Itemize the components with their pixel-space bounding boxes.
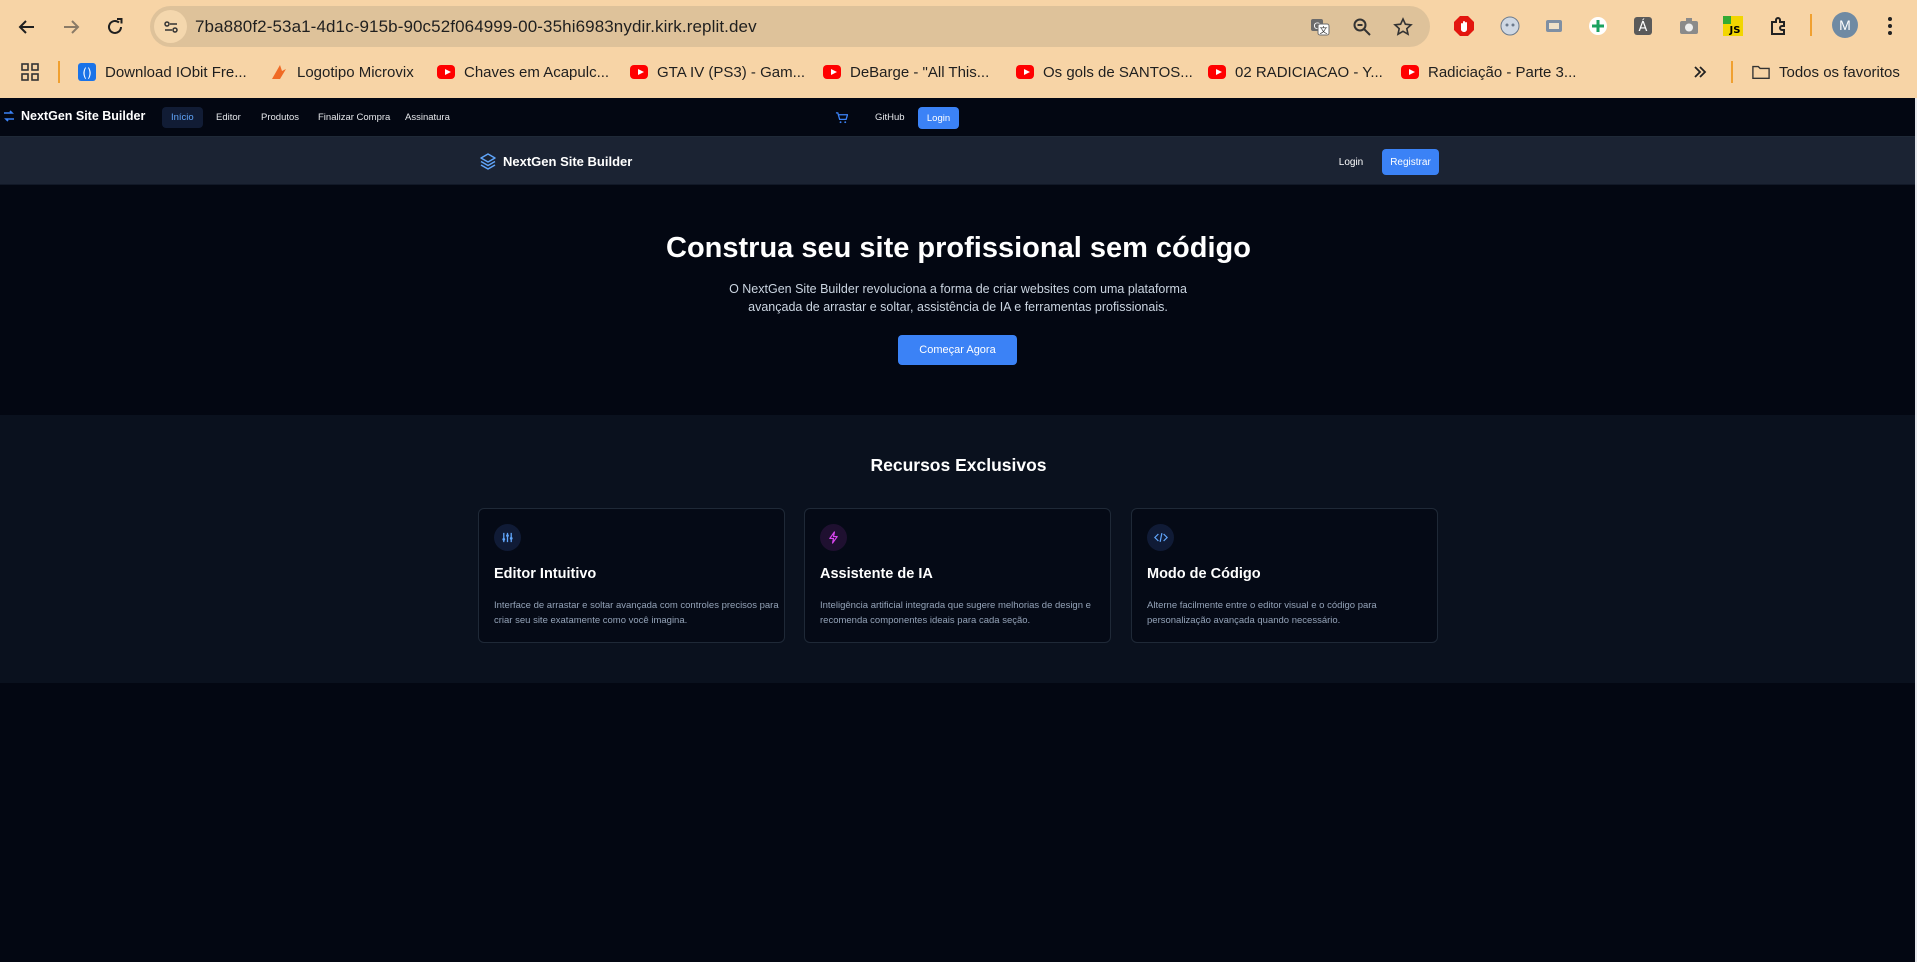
feature-title: Editor Intuitivo — [494, 566, 597, 582]
hero-section: Construa seu site profissional sem códig… — [0, 185, 1917, 415]
adblock-icon[interactable] — [1450, 12, 1478, 40]
feature-card-ai: Assistente de IA Inteligência artificial… — [804, 508, 1111, 643]
header-brand-label: NextGen Site Builder — [503, 153, 633, 169]
youtube-icon — [1401, 63, 1419, 81]
bookmark-label: DeBarge - "All This... — [850, 63, 990, 81]
zap-icon — [820, 524, 847, 551]
plus-extension-icon[interactable] — [1584, 12, 1612, 40]
bookmark-label: Download IObit Fre... — [105, 63, 247, 81]
brand-logo-icon — [4, 110, 14, 122]
all-bookmarks-label: Todos os favoritos — [1779, 63, 1900, 81]
feature-description: Interface de arrastar e soltar avançada … — [494, 600, 779, 626]
back-icon[interactable] — [10, 10, 44, 44]
features-section: Recursos Exclusivos Editor Intuitivo Int… — [0, 415, 1917, 683]
youtube-icon — [1016, 63, 1034, 81]
sliders-icon — [494, 524, 521, 551]
site-info-icon[interactable] — [154, 10, 187, 43]
svg-text:Á: Á — [1639, 19, 1648, 35]
hero-title: Construa seu site profissional sem códig… — [666, 232, 1251, 264]
more-bookmarks-icon[interactable] — [1692, 61, 1708, 83]
forward-icon[interactable] — [54, 10, 88, 44]
header-brand[interactable]: NextGen Site Builder — [479, 152, 632, 170]
browser-chrome: 7ba880f2-53a1-4d1c-915b-90c52f064999-00-… — [0, 0, 1917, 98]
profile-avatar[interactable]: M — [1832, 12, 1858, 38]
page-footer-area — [0, 683, 1917, 962]
start-now-button[interactable]: Começar Agora — [898, 335, 1017, 365]
screenshot-extension-icon[interactable] — [1540, 12, 1568, 40]
nav-github[interactable]: GitHub — [866, 107, 914, 128]
cart-icon[interactable] — [835, 107, 848, 128]
nav-finalizar-compra[interactable]: Finalizar Compra — [309, 107, 399, 128]
translate-icon[interactable]: G文 — [1308, 15, 1332, 39]
extension-face-icon[interactable] — [1496, 12, 1524, 40]
features-title: Recursos Exclusivos — [870, 455, 1047, 475]
bookmarks-bar: () Download IObit Fre... Logotipo Microv… — [0, 56, 1917, 88]
header-register-button[interactable]: Registrar — [1382, 149, 1439, 175]
bookmark-label: GTA IV (PS3) - Gam... — [657, 63, 806, 81]
app-brand[interactable]: NextGen Site Builder — [2, 109, 145, 123]
bookmark-item[interactable]: () Download IObit Fre... — [78, 61, 247, 83]
bookmark-item[interactable]: Radiciação - Parte 3... — [1401, 61, 1576, 83]
bookmark-item[interactable]: Os gols de SANTOS... — [1016, 61, 1193, 83]
bookmark-label: Logotipo Microvix — [297, 63, 414, 81]
feature-description: Inteligência artificial integrada que su… — [820, 600, 1091, 626]
nav-produtos[interactable]: Produtos — [252, 107, 308, 128]
bookmark-item[interactable]: Chaves em Acapulc... — [437, 61, 609, 83]
camera-extension-icon[interactable] — [1675, 12, 1703, 40]
extensions-puzzle-icon[interactable] — [1765, 12, 1793, 40]
svg-text:JS: JS — [1729, 25, 1741, 36]
bookmark-label: 02 RADICIACAO - Y... — [1235, 63, 1383, 81]
bookmark-label: Chaves em Acapulc... — [464, 63, 610, 81]
page-header: NextGen Site Builder Login Registrar — [0, 137, 1917, 185]
url-text[interactable]: 7ba880f2-53a1-4d1c-915b-90c52f064999-00-… — [195, 17, 757, 37]
feature-card-editor: Editor Intuitivo Interface de arrastar e… — [478, 508, 785, 643]
header-login-button[interactable]: Login — [1330, 152, 1372, 172]
app-brand-label: NextGen Site Builder — [21, 109, 146, 123]
apps-grid-icon[interactable] — [20, 61, 40, 83]
bookmarks-divider — [58, 61, 60, 83]
nav-inicio[interactable]: Início — [162, 107, 203, 128]
menu-kebab-icon[interactable] — [1876, 12, 1904, 40]
hero-description: O NextGen Site Builder revoluciona a for… — [729, 282, 1187, 314]
youtube-icon — [437, 63, 455, 81]
bookmark-label: Radiciação - Parte 3... — [1428, 63, 1577, 81]
bookmark-item[interactable]: 02 RADICIACAO - Y... — [1208, 61, 1383, 83]
accent-extension-icon[interactable]: Á — [1629, 12, 1657, 40]
bookmark-item[interactable]: GTA IV (PS3) - Gam... — [630, 61, 805, 83]
feature-card-code: Modo de Código Alterne facilmente entre … — [1131, 508, 1438, 643]
youtube-icon — [823, 63, 841, 81]
bookmark-item[interactable]: DeBarge - "All This... — [823, 61, 989, 83]
folder-icon — [1752, 63, 1770, 81]
svg-text:文: 文 — [1320, 25, 1328, 35]
feature-description: Alterne facilmente entre o editor visual… — [1147, 600, 1377, 626]
all-bookmarks-folder[interactable]: Todos os favoritos — [1752, 61, 1900, 83]
bookmark-star-icon[interactable] — [1391, 15, 1415, 39]
toolbar-divider — [1810, 14, 1812, 36]
address-bar[interactable]: 7ba880f2-53a1-4d1c-915b-90c52f064999-00-… — [150, 6, 1430, 47]
bookmark-item[interactable]: Logotipo Microvix — [270, 61, 414, 83]
youtube-icon — [630, 63, 648, 81]
nav-editor[interactable]: Editor — [207, 107, 250, 128]
zoom-icon[interactable] — [1350, 15, 1374, 39]
js-extension-icon[interactable]: JS — [1719, 12, 1747, 40]
reload-icon[interactable] — [98, 10, 132, 44]
layers-icon — [480, 153, 496, 170]
code-icon — [1147, 524, 1174, 551]
bookmarks-divider — [1731, 61, 1733, 83]
microvix-favicon-icon — [270, 63, 288, 81]
feature-title: Modo de Código — [1147, 566, 1261, 582]
nav-assinatura[interactable]: Assinatura — [396, 107, 459, 128]
svg-text:(): () — [82, 66, 91, 80]
iobit-favicon-icon: () — [78, 63, 96, 81]
feature-title: Assistente de IA — [820, 566, 933, 582]
bookmark-label: Os gols de SANTOS... — [1043, 63, 1193, 81]
youtube-icon — [1208, 63, 1226, 81]
nav-login-button[interactable]: Login — [918, 107, 959, 129]
